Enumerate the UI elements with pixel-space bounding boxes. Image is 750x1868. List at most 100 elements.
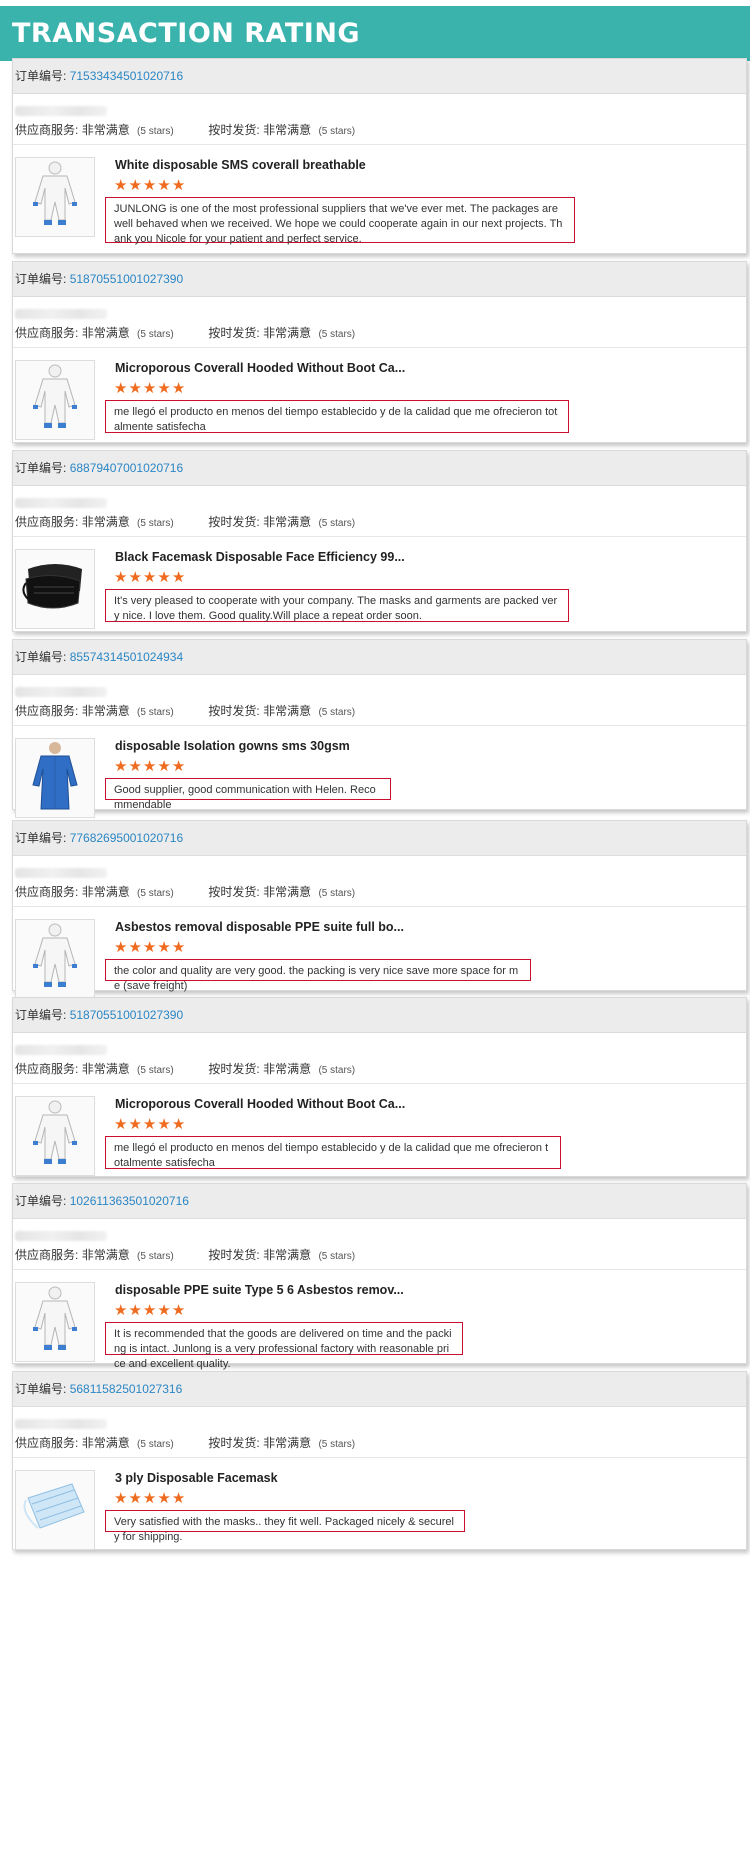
supplier-service-value: 非常满意	[81, 123, 130, 137]
white-coverall-icon	[25, 1097, 85, 1175]
star-icon: ★	[157, 569, 172, 586]
product-thumbnail[interactable]	[15, 549, 95, 629]
order-label: 订单编号:	[15, 831, 67, 845]
review-card: 订单编号: 51870551001027390 供应商服务: 非常满意 (5 s…	[12, 997, 747, 1177]
star-icon: ★	[114, 1302, 129, 1319]
order-number-link[interactable]: 51870551001027390	[70, 1008, 183, 1022]
white-coverall-icon	[25, 1283, 85, 1361]
review-card: 订单编号: 51870551001027390 供应商服务: 非常满意 (5 s…	[12, 261, 747, 443]
on-time-stars-note: (5 stars)	[318, 1251, 356, 1262]
white-coverall-icon	[25, 361, 85, 439]
order-number-link[interactable]: 51870551001027390	[70, 272, 183, 286]
star-icon: ★	[142, 1302, 158, 1319]
product-title-link[interactable]: Black Facemask Disposable Face Efficienc…	[115, 550, 405, 564]
on-time-stars-note: (5 stars)	[318, 707, 356, 718]
star-icon: ★	[171, 380, 187, 397]
on-time-value: 非常满意	[263, 515, 312, 529]
order-label: 订单编号:	[15, 650, 67, 664]
page-title-banner: TRANSACTION RATING	[0, 6, 750, 61]
on-time-label: 按时发货:	[208, 123, 260, 137]
order-bar: 订单编号: 71533434501020716	[13, 59, 746, 94]
product-thumbnail[interactable]	[15, 360, 95, 440]
on-time-label: 按时发货:	[208, 704, 260, 718]
on-time-value: 非常满意	[263, 123, 312, 137]
review-comment: me llegó el producto en menos del tiempo…	[105, 400, 569, 433]
star-icon: ★	[114, 939, 129, 956]
supplier-service-value: 非常满意	[81, 704, 130, 718]
star-rating: ★★★★★	[114, 1491, 186, 1507]
star-icon: ★	[142, 1490, 158, 1507]
star-icon: ★	[157, 758, 172, 775]
star-icon: ★	[128, 1302, 143, 1319]
order-label: 订单编号:	[15, 461, 67, 475]
order-label: 订单编号:	[15, 272, 67, 286]
star-icon: ★	[114, 177, 129, 194]
buyer-name-blurred	[15, 1231, 107, 1241]
on-time-stars-note: (5 stars)	[318, 518, 356, 529]
product-title-link[interactable]: Microporous Coverall Hooded Without Boot…	[115, 1097, 405, 1111]
supplier-service-value: 非常满意	[81, 326, 130, 340]
product-thumbnail[interactable]	[15, 1282, 95, 1362]
star-icon: ★	[114, 758, 129, 775]
order-number-link[interactable]: 102611363501020716	[70, 1194, 189, 1208]
buyer-name-blurred	[15, 106, 107, 116]
star-icon: ★	[171, 939, 187, 956]
supplier-service-label: 供应商服务:	[15, 515, 79, 529]
star-icon: ★	[157, 380, 172, 397]
on-time-value: 非常满意	[263, 704, 312, 718]
supplier-service-stars-note: (5 stars)	[137, 1065, 174, 1076]
product-title-link[interactable]: Microporous Coverall Hooded Without Boot…	[115, 361, 405, 375]
star-icon: ★	[157, 1116, 172, 1133]
on-time-label: 按时发货:	[208, 326, 260, 340]
product-thumbnail[interactable]	[15, 1096, 95, 1176]
order-bar: 订单编号: 85574314501024934	[13, 640, 746, 675]
order-number-link[interactable]: 71533434501020716	[70, 69, 183, 83]
order-number-link[interactable]: 77682695001020716	[70, 831, 183, 845]
review-comment: It is recommended that the goods are del…	[105, 1322, 463, 1370]
product-title-link[interactable]: disposable Isolation gowns sms 30gsm	[115, 739, 350, 753]
order-number-link[interactable]: 85574314501024934	[70, 650, 183, 664]
supplier-service-value: 非常满意	[81, 515, 130, 529]
buyer-name-blurred	[15, 868, 107, 878]
product-thumbnail[interactable]	[15, 157, 95, 237]
star-icon: ★	[142, 569, 158, 586]
review-comment: Very satisfied with the masks.. they fit…	[105, 1510, 465, 1543]
ratings-line: 供应商服务: 非常满意 (5 stars) 按时发货: 非常满意 (5 star…	[13, 319, 746, 348]
blue-facemask-icon	[20, 1478, 90, 1543]
product-title-link[interactable]: 3 ply Disposable Facemask	[115, 1471, 278, 1485]
product-title-link[interactable]: disposable PPE suite Type 5 6 Asbestos r…	[115, 1283, 404, 1297]
product-title-link[interactable]: White disposable SMS coverall breathable	[115, 158, 366, 172]
order-number-link[interactable]: 56811582501027316	[70, 1382, 183, 1396]
white-coverall-icon	[25, 158, 85, 236]
star-rating: ★★★★★	[114, 1303, 186, 1319]
supplier-service-stars-note: (5 stars)	[137, 126, 174, 137]
star-icon: ★	[157, 1490, 172, 1507]
order-bar: 订单编号: 51870551001027390	[13, 998, 746, 1033]
star-rating: ★★★★★	[114, 570, 186, 586]
star-icon: ★	[171, 758, 187, 775]
supplier-service-stars-note: (5 stars)	[137, 1439, 174, 1450]
on-time-stars-note: (5 stars)	[318, 329, 356, 340]
star-icon: ★	[128, 177, 143, 194]
star-icon: ★	[142, 380, 158, 397]
supplier-service-value: 非常满意	[81, 885, 130, 899]
on-time-label: 按时发货:	[208, 1248, 260, 1262]
review-card: 订单编号: 71533434501020716 供应商服务: 非常满意 (5 s…	[12, 58, 747, 254]
black-facemask-icon	[20, 557, 90, 622]
star-icon: ★	[114, 380, 129, 397]
product-title-link[interactable]: Asbestos removal disposable PPE suite fu…	[115, 920, 404, 934]
order-label: 订单编号:	[15, 1008, 67, 1022]
product-thumbnail[interactable]	[15, 738, 95, 818]
product-thumbnail[interactable]	[15, 919, 95, 999]
on-time-value: 非常满意	[263, 885, 312, 899]
on-time-label: 按时发货:	[208, 1062, 260, 1076]
review-card: 订单编号: 77682695001020716 供应商服务: 非常满意 (5 s…	[12, 820, 747, 999]
on-time-label: 按时发货:	[208, 1436, 260, 1450]
product-thumbnail[interactable]	[15, 1470, 95, 1550]
star-rating: ★★★★★	[114, 178, 186, 194]
supplier-service-stars-note: (5 stars)	[137, 329, 174, 340]
ratings-line: 供应商服务: 非常满意 (5 stars) 按时发货: 非常满意 (5 star…	[13, 878, 746, 907]
white-coverall-icon	[25, 920, 85, 998]
supplier-service-stars-note: (5 stars)	[137, 888, 174, 899]
order-number-link[interactable]: 68879407001020716	[70, 461, 183, 475]
